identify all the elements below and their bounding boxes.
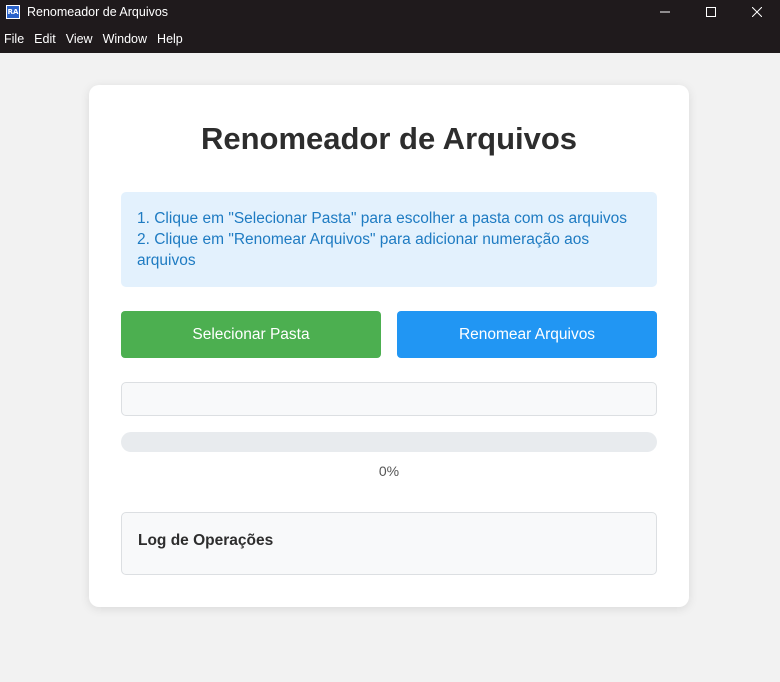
window-controls [642, 0, 780, 24]
menu-window[interactable]: Window [103, 32, 153, 46]
select-folder-button[interactable]: Selecionar Pasta [121, 311, 381, 358]
operations-log: Log de Operações [121, 512, 657, 575]
log-title: Log de Operações [138, 532, 274, 549]
maximize-icon [706, 7, 716, 17]
menu-bar: File Edit View Window Help [0, 24, 780, 53]
instruction-step-2: 2. Clique em "Renomear Arquivos" para ad… [137, 231, 590, 269]
main-card: Renomeador de Arquivos 1. Clique em "Sel… [89, 85, 689, 607]
app-icon: RA [6, 5, 20, 19]
close-icon [752, 7, 762, 17]
minimize-button[interactable] [642, 0, 688, 24]
page-title: Renomeador de Arquivos [200, 121, 578, 156]
menu-view[interactable]: View [66, 32, 99, 46]
menu-help[interactable]: Help [157, 32, 189, 46]
menu-file[interactable]: File [4, 32, 30, 46]
maximize-button[interactable] [688, 0, 734, 24]
progress-bar [121, 432, 657, 452]
instruction-step-1: 1. Clique em "Selecionar Pasta" para esc… [137, 210, 628, 227]
minimize-icon [660, 11, 670, 13]
close-button[interactable] [734, 0, 780, 24]
folder-path-field [121, 382, 657, 416]
progress-percentage: 0% [378, 463, 400, 479]
menu-edit[interactable]: Edit [34, 32, 62, 46]
window-titlebar: RA Renomeador de Arquivos [0, 0, 780, 24]
window-title: Renomeador de Arquivos [27, 5, 169, 19]
rename-files-button[interactable]: Renomear Arquivos [397, 311, 657, 358]
instructions-box: 1. Clique em "Selecionar Pasta" para esc… [121, 192, 657, 287]
